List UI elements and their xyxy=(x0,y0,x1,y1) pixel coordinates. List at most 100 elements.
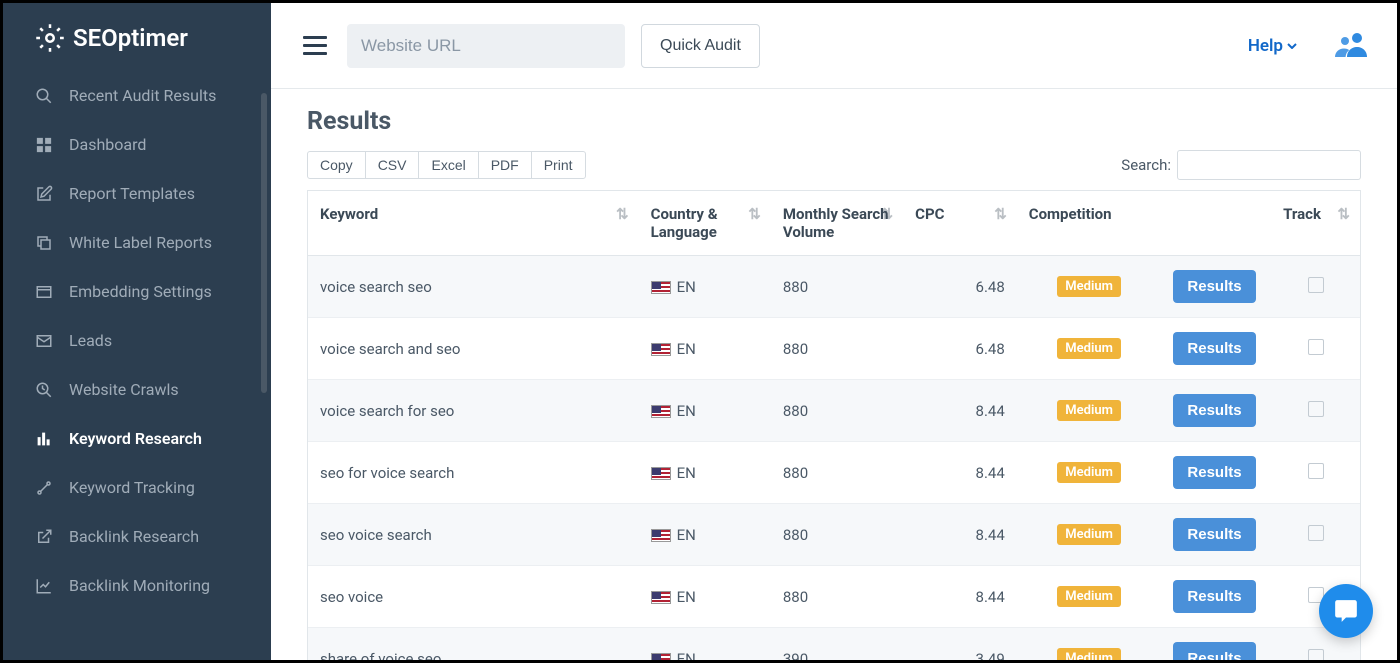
table-toolbar: CopyCSVExcelPDFPrint Search: xyxy=(307,150,1361,180)
sidebar-item-white-label-reports[interactable]: White Label Reports xyxy=(3,218,271,267)
main: Quick Audit Help Results CopyCSVExcelPDF… xyxy=(271,3,1397,660)
quick-audit-button[interactable]: Quick Audit xyxy=(641,24,760,68)
sidebar-item-report-templates[interactable]: Report Templates xyxy=(3,169,271,218)
sidebar-item-keyword-research[interactable]: Keyword Research xyxy=(3,414,271,463)
cell-track xyxy=(1271,318,1360,380)
competition-badge: Medium xyxy=(1057,338,1121,359)
search-input[interactable] xyxy=(1177,150,1361,180)
export-buttons: CopyCSVExcelPDFPrint xyxy=(307,151,586,179)
external-link-icon xyxy=(35,528,53,546)
mail-icon xyxy=(35,332,53,350)
menu-toggle-button[interactable] xyxy=(299,32,331,59)
cell-cpc: 8.44 xyxy=(903,442,1017,504)
cell-results: Results xyxy=(1161,380,1271,442)
cell-results: Results xyxy=(1161,628,1271,660)
website-url-input[interactable] xyxy=(347,24,625,68)
table-row: voice search and seoEN8806.48MediumResul… xyxy=(308,318,1360,380)
us-flag-icon xyxy=(651,343,671,356)
cell-competition: Medium xyxy=(1017,504,1162,566)
sidebar-item-backlink-monitoring[interactable]: Backlink Monitoring xyxy=(3,561,271,610)
cell-competition: Medium xyxy=(1017,380,1162,442)
col-results xyxy=(1161,191,1271,256)
sidebar-item-leads[interactable]: Leads xyxy=(3,316,271,365)
sidebar-item-label: Backlink Monitoring xyxy=(69,576,210,595)
sidebar-item-label: Keyword Tracking xyxy=(69,478,195,497)
cell-cpc: 6.48 xyxy=(903,256,1017,318)
cell-volume: 880 xyxy=(771,256,903,318)
sidebar-item-label: Backlink Research xyxy=(69,527,199,546)
col-volume[interactable]: Monthly Search Volume⇅ xyxy=(771,191,903,256)
results-button[interactable]: Results xyxy=(1173,580,1255,613)
sidebar-item-recent-audit-results[interactable]: Recent Audit Results xyxy=(3,71,271,120)
results-button[interactable]: Results xyxy=(1173,518,1255,551)
chat-icon xyxy=(1333,598,1359,624)
cell-track xyxy=(1271,380,1360,442)
sidebar-item-label: Embedding Settings xyxy=(69,282,212,301)
cell-keyword: share of voice seo xyxy=(308,628,639,660)
track-checkbox[interactable] xyxy=(1308,649,1324,661)
results-button[interactable]: Results xyxy=(1173,270,1255,303)
cell-country-language: EN xyxy=(639,318,771,380)
col-country-language[interactable]: Country & Language⇅ xyxy=(639,191,771,256)
cell-keyword: seo voice xyxy=(308,566,639,628)
cell-results: Results xyxy=(1161,566,1271,628)
cell-country-language: EN xyxy=(639,256,771,318)
cell-track xyxy=(1271,442,1360,504)
help-label: Help xyxy=(1248,36,1283,56)
cell-volume: 880 xyxy=(771,566,903,628)
export-csv-button[interactable]: CSV xyxy=(365,151,420,179)
sort-icon: ⇅ xyxy=(616,205,629,223)
sidebar-item-embedding-settings[interactable]: Embedding Settings xyxy=(3,267,271,316)
sidebar-item-label: Keyword Research xyxy=(69,429,202,448)
hamburger-icon xyxy=(303,36,327,55)
cell-cpc: 3.49 xyxy=(903,628,1017,660)
results-button[interactable]: Results xyxy=(1173,642,1255,660)
col-keyword[interactable]: Keyword⇅ xyxy=(308,191,639,256)
cell-volume: 880 xyxy=(771,380,903,442)
export-copy-button[interactable]: Copy xyxy=(307,151,366,179)
logo-gear-icon xyxy=(35,23,65,53)
sidebar-item-keyword-tracking[interactable]: Keyword Tracking xyxy=(3,463,271,512)
users-icon xyxy=(1335,31,1369,57)
grid-icon xyxy=(35,136,53,154)
track-checkbox[interactable] xyxy=(1308,525,1324,541)
results-button[interactable]: Results xyxy=(1173,456,1255,489)
cell-volume: 880 xyxy=(771,318,903,380)
us-flag-icon xyxy=(651,653,671,661)
table-row: voice search for seoEN8808.44MediumResul… xyxy=(308,380,1360,442)
competition-badge: Medium xyxy=(1057,586,1121,607)
sidebar-item-label: White Label Reports xyxy=(69,233,212,252)
us-flag-icon xyxy=(651,529,671,542)
search-icon xyxy=(35,87,53,105)
chat-widget-button[interactable] xyxy=(1319,584,1373,638)
edit-icon xyxy=(35,185,53,203)
help-dropdown[interactable]: Help xyxy=(1248,36,1297,56)
app-logo: SEOptimer xyxy=(3,3,271,71)
chevron-down-icon xyxy=(1287,43,1297,49)
track-checkbox[interactable] xyxy=(1308,339,1324,355)
user-account-button[interactable] xyxy=(1335,31,1369,61)
sidebar-item-backlink-research[interactable]: Backlink Research xyxy=(3,512,271,561)
export-print-button[interactable]: Print xyxy=(531,151,586,179)
table-search: Search: xyxy=(1121,150,1361,180)
col-competition[interactable]: Competition xyxy=(1017,191,1162,256)
cell-cpc: 8.44 xyxy=(903,504,1017,566)
sidebar-item-website-crawls[interactable]: Website Crawls xyxy=(3,365,271,414)
sidebar-item-dashboard[interactable]: Dashboard xyxy=(3,120,271,169)
track-checkbox[interactable] xyxy=(1308,463,1324,479)
export-pdf-button[interactable]: PDF xyxy=(478,151,532,179)
results-button[interactable]: Results xyxy=(1173,332,1255,365)
col-cpc[interactable]: CPC⇅ xyxy=(903,191,1017,256)
track-checkbox[interactable] xyxy=(1308,401,1324,417)
col-track[interactable]: Track⇅ xyxy=(1271,191,1360,256)
cell-track xyxy=(1271,504,1360,566)
copy-icon xyxy=(35,234,53,252)
competition-badge: Medium xyxy=(1057,524,1121,545)
track-checkbox[interactable] xyxy=(1308,277,1324,293)
cell-competition: Medium xyxy=(1017,566,1162,628)
results-button[interactable]: Results xyxy=(1173,394,1255,427)
window-icon xyxy=(35,283,53,301)
table-row: share of voice seoEN3903.49MediumResults xyxy=(308,628,1360,660)
results-title: Results xyxy=(307,107,1361,136)
export-excel-button[interactable]: Excel xyxy=(418,151,478,179)
